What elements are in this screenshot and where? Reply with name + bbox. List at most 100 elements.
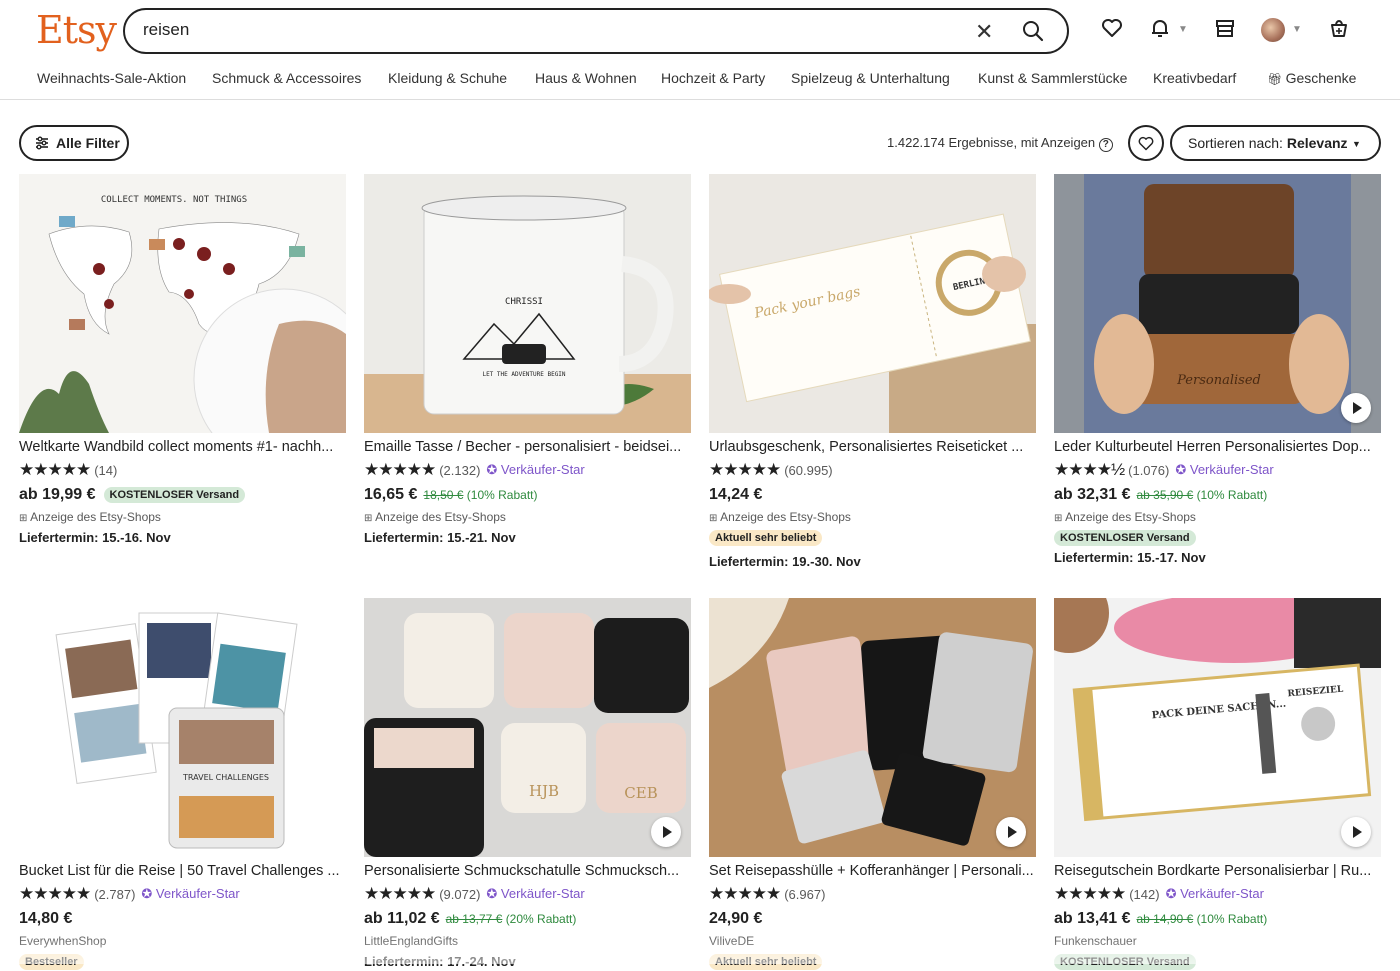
- delivery-date: Liefertermin: 17.-24. Nov: [364, 954, 516, 969]
- product-title[interactable]: Reisegutschein Bordkarte Personalisierba…: [1054, 863, 1381, 882]
- product-rating: ★★★★★ (2.132) ✪ Verkäufer-Star: [364, 460, 585, 479]
- product-price: 14,80 €: [19, 910, 73, 927]
- caret-down-icon: ▼: [1352, 139, 1361, 149]
- play-video-button[interactable]: [1341, 817, 1371, 847]
- free-shipping-badge: KOSTENLOSER Versand: [1054, 954, 1196, 970]
- seller-name[interactable]: LittleEnglandGifts: [364, 934, 691, 950]
- popular-badge: Aktuell sehr beliebt: [709, 530, 823, 546]
- star-rating-icon: ★★★★★: [364, 884, 436, 903]
- product-card[interactable]: TRAVEL CHALLENGES Bucket List für die Re…: [19, 598, 346, 970]
- product-image[interactable]: HJB CEB: [364, 598, 691, 857]
- search-icon[interactable]: [1021, 19, 1045, 43]
- product-image[interactable]: COLLECT MOMENTS. NOT THINGS: [19, 174, 346, 433]
- nav-item-wedding[interactable]: Hochzeit & Party: [661, 70, 765, 86]
- star-seller-badge: ✪ Verkäufer-Star: [141, 886, 240, 901]
- product-rating: ★★★★★ (14): [19, 460, 118, 479]
- nav-item-gifts[interactable]: 🎁︎ Geschenke: [1267, 70, 1356, 86]
- chevron-down-icon[interactable]: ▼: [1178, 24, 1188, 35]
- product-card[interactable]: Personalised Leder Kulturbeutel Herren P…: [1054, 174, 1381, 567]
- category-nav: Weihnachts-Sale-Aktion Schmuck & Accesso…: [0, 70, 1400, 92]
- chevron-down-icon[interactable]: ▼: [1292, 24, 1302, 35]
- product-image[interactable]: TRAVEL CHALLENGES: [19, 598, 346, 857]
- ad-label: Anzeige des Etsy-Shops: [1054, 510, 1381, 526]
- save-search-button[interactable]: [1128, 125, 1164, 161]
- product-title[interactable]: Leder Kulturbeutel Herren Personalisiert…: [1054, 439, 1381, 458]
- play-video-button[interactable]: [996, 817, 1026, 847]
- star-seller-badge: ✪ Verkäufer-Star: [486, 462, 585, 477]
- help-icon[interactable]: ?: [1098, 138, 1113, 152]
- delivery-date: Liefertermin: 15.-17. Nov: [1054, 550, 1206, 565]
- product-title[interactable]: Urlaubsgeschenk, Personalisiertes Reiset…: [709, 439, 1036, 458]
- product-card[interactable]: Set Reisepasshülle + Kofferanhänger | Pe…: [709, 598, 1036, 970]
- product-rating: ★★★★★ (60.995): [709, 460, 833, 479]
- product-price: 14,24 €: [709, 486, 763, 503]
- product-card[interactable]: HJB CEB Personalisierte Schmuckschatulle…: [364, 598, 691, 971]
- star-seller-badge: ✪ Verkäufer-Star: [1175, 462, 1274, 477]
- product-title[interactable]: Weltkarte Wandbild collect moments #1- n…: [19, 439, 346, 458]
- seller-name[interactable]: ViliveDE: [709, 934, 1036, 950]
- ad-label: Anzeige des Etsy-Shops: [709, 510, 1036, 526]
- nav-item-craft[interactable]: Kreativbedarf: [1153, 70, 1236, 86]
- product-rating: ★★★★★ (6.967): [709, 884, 826, 903]
- product-card[interactable]: Pack your bags BERLIN Urlaubsgeschenk, P…: [709, 174, 1036, 571]
- product-card[interactable]: COLLECT MOMENTS. NOT THINGS Weltkarte Wa…: [19, 174, 346, 547]
- product-title[interactable]: Emaille Tasse / Becher - personalisiert …: [364, 439, 691, 458]
- product-image[interactable]: Personalised: [1054, 174, 1381, 433]
- nav-item-sale[interactable]: Weihnachts-Sale-Aktion: [37, 70, 186, 86]
- all-filters-button[interactable]: Alle Filter: [19, 125, 129, 161]
- sort-value: Relevanz: [1286, 135, 1348, 151]
- seller-name[interactable]: Funkenschauer: [1054, 934, 1381, 950]
- product-price: ab 19,99 € KOSTENLOSER Versand: [19, 484, 346, 506]
- nav-item-home[interactable]: Haus & Wohnen: [535, 70, 637, 86]
- bell-icon[interactable]: [1148, 16, 1172, 40]
- free-shipping-badge: KOSTENLOSER Versand: [103, 487, 246, 503]
- play-video-button[interactable]: [1341, 393, 1371, 423]
- product-image[interactable]: Pack your bags BERLIN: [709, 174, 1036, 433]
- product-rating: ★★★★★ (9.072) ✪ Verkäufer-Star: [364, 884, 585, 903]
- product-title[interactable]: Personalisierte Schmuckschatulle Schmuck…: [364, 863, 691, 882]
- product-price: ab 13,41 € ab 14,90 € (10% Rabatt): [1054, 910, 1268, 927]
- star-rating-icon: ★★★★★: [709, 884, 781, 903]
- svg-text:COLLECT MOMENTS. NOT THINGS: COLLECT MOMENTS. NOT THINGS: [101, 195, 247, 205]
- product-image[interactable]: CHRISSI LET THE ADVENTURE BEGIN: [364, 174, 691, 433]
- svg-text:Personalised: Personalised: [1176, 373, 1261, 388]
- gift-icon: 🎁︎: [1267, 72, 1286, 86]
- svg-text:CEB: CEB: [624, 784, 657, 802]
- nav-item-art[interactable]: Kunst & Sammlerstücke: [978, 70, 1127, 86]
- shop-icon[interactable]: [1213, 16, 1237, 40]
- product-title[interactable]: Set Reisepasshülle + Kofferanhänger | Pe…: [709, 863, 1036, 882]
- product-card[interactable]: PACK DEINE SACHEN... REISEZIEL Reiseguts…: [1054, 598, 1381, 970]
- svg-text:CHRISSI: CHRISSI: [505, 297, 543, 307]
- product-title[interactable]: Bucket List für die Reise | 50 Travel Ch…: [19, 863, 346, 882]
- search-input[interactable]: [143, 20, 943, 40]
- product-image[interactable]: PACK DEINE SACHEN... REISEZIEL: [1054, 598, 1381, 857]
- avatar[interactable]: [1261, 18, 1285, 42]
- search-bar[interactable]: ✕: [123, 8, 1069, 54]
- ad-label: Anzeige des Etsy-Shops: [364, 510, 691, 526]
- product-rating: ★★★★½ (1.076) ✪ Verkäufer-Star: [1054, 460, 1274, 479]
- product-card[interactable]: CHRISSI LET THE ADVENTURE BEGIN Emaille …: [364, 174, 691, 547]
- star-seller-badge: ✪ Verkäufer-Star: [1165, 886, 1264, 901]
- heart-icon[interactable]: [1100, 16, 1124, 40]
- product-rating: ★★★★★ (2.787) ✪ Verkäufer-Star: [19, 884, 240, 903]
- product-image[interactable]: [709, 598, 1036, 857]
- seller-name[interactable]: EverywhenShop: [19, 934, 346, 950]
- nav-item-clothing[interactable]: Kleidung & Schuhe: [388, 70, 507, 86]
- ad-label: Anzeige des Etsy-Shops: [19, 510, 346, 526]
- nav-item-toys[interactable]: Spielzeug & Unterhaltung: [791, 70, 950, 86]
- bestseller-badge: Bestseller: [19, 954, 84, 970]
- star-rating-icon: ★★★★★: [709, 460, 781, 479]
- star-rating-icon: ★★★★½: [1054, 460, 1125, 479]
- cart-icon[interactable]: [1327, 16, 1351, 40]
- play-video-button[interactable]: [651, 817, 681, 847]
- delivery-date: Liefertermin: 15.-21. Nov: [364, 530, 516, 545]
- star-rating-icon: ★★★★★: [19, 884, 91, 903]
- clear-search-icon[interactable]: ✕: [975, 19, 993, 45]
- delivery-date: Liefertermin: 19.-30. Nov: [709, 554, 861, 569]
- sort-dropdown[interactable]: Sortieren nach: Relevanz ▼: [1170, 125, 1381, 161]
- etsy-logo[interactable]: Etsy: [36, 8, 117, 52]
- nav-item-jewelry[interactable]: Schmuck & Accessoires: [212, 70, 361, 86]
- results-count: 1.422.174 Ergebnisse, mit Anzeigen ?: [887, 135, 1113, 152]
- svg-text:LET THE ADVENTURE BEGIN: LET THE ADVENTURE BEGIN: [482, 371, 565, 378]
- star-seller-badge: ✪ Verkäufer-Star: [486, 886, 585, 901]
